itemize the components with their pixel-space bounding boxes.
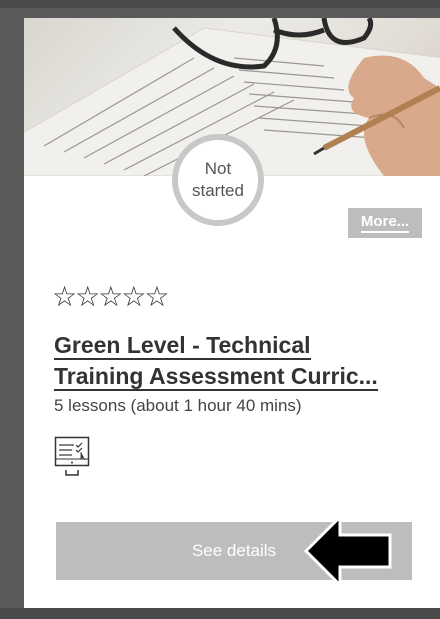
progress-status-ring: Not started xyxy=(172,134,264,226)
more-button[interactable]: More... xyxy=(348,208,422,240)
lesson-count: 5 lessons (about 1 hour 40 mins) xyxy=(54,396,302,415)
star-rating[interactable]: ☆☆☆☆☆ xyxy=(52,282,170,312)
online-assessment-icon xyxy=(54,436,90,487)
status-label: Not started xyxy=(192,159,244,200)
course-title-link[interactable]: Green Level - Technical Training Assessm… xyxy=(54,330,394,392)
course-card: Not started More... ☆☆☆☆☆ Green Level - … xyxy=(24,18,440,610)
course-title: Green Level - Technical Training Assessm… xyxy=(54,332,378,391)
arrow-left-icon xyxy=(303,513,392,589)
more-button-label: More... xyxy=(360,213,410,233)
frame-bottom xyxy=(0,608,440,619)
frame-top xyxy=(0,0,440,8)
